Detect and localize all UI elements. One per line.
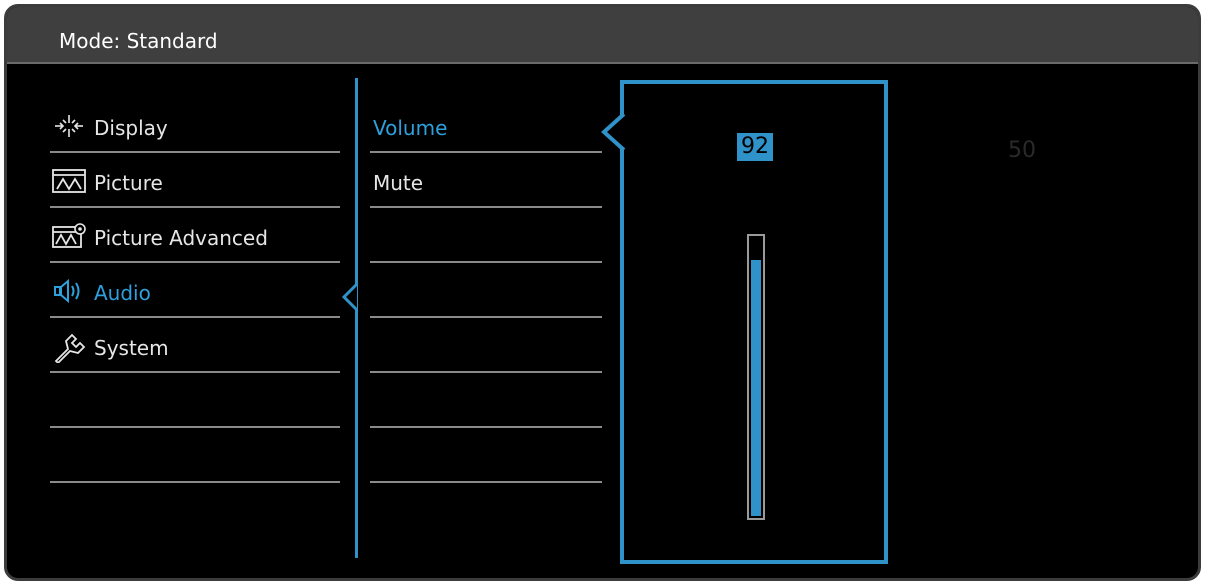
menu-label: Audio — [94, 281, 151, 305]
submenu-item-empty — [370, 373, 602, 428]
picture-advanced-icon — [52, 223, 86, 249]
submenu-item-mute[interactable]: Mute — [370, 153, 602, 208]
menu-item-empty — [50, 373, 340, 428]
panel-pointer-icon — [601, 112, 626, 152]
submenu-item-empty — [370, 208, 602, 263]
selection-pointer-icon — [341, 282, 359, 312]
volume-slider-fill — [751, 260, 761, 516]
menu-label: Display — [94, 116, 168, 140]
volume-panel: 92 — [620, 80, 888, 564]
submenu-item-volume[interactable]: Volume — [370, 98, 602, 153]
menu-item-display[interactable]: Display — [50, 98, 340, 153]
menu-item-empty — [50, 428, 340, 483]
column-divider — [355, 78, 358, 558]
inactive-value: 50 — [1008, 138, 1036, 163]
submenu-item-empty — [370, 428, 602, 483]
menu-item-audio[interactable]: Audio — [50, 263, 340, 318]
picture-icon — [52, 168, 86, 194]
menu-label: Picture — [94, 171, 163, 195]
menu-item-system[interactable]: System — [50, 318, 340, 373]
submenu-item-empty — [370, 318, 602, 373]
volume-slider[interactable] — [747, 234, 765, 520]
submenu-item-empty — [370, 263, 602, 318]
main-menu: Display Picture Picture Advanced Audio S… — [50, 98, 340, 483]
mode-title: Mode: Standard — [59, 29, 218, 53]
sub-menu: Volume Mute — [370, 98, 602, 483]
volume-value: 92 — [737, 133, 773, 161]
menu-label: System — [94, 336, 169, 360]
title-bar: Mode: Standard — [7, 7, 1198, 64]
display-icon — [52, 113, 86, 139]
submenu-label: Mute — [373, 171, 424, 195]
menu-label: Picture Advanced — [94, 226, 268, 250]
submenu-label: Volume — [373, 116, 448, 140]
menu-item-picture[interactable]: Picture — [50, 153, 340, 208]
system-wrench-icon — [52, 333, 86, 365]
audio-icon — [52, 278, 86, 304]
menu-item-picture-advanced[interactable]: Picture Advanced — [50, 208, 340, 263]
